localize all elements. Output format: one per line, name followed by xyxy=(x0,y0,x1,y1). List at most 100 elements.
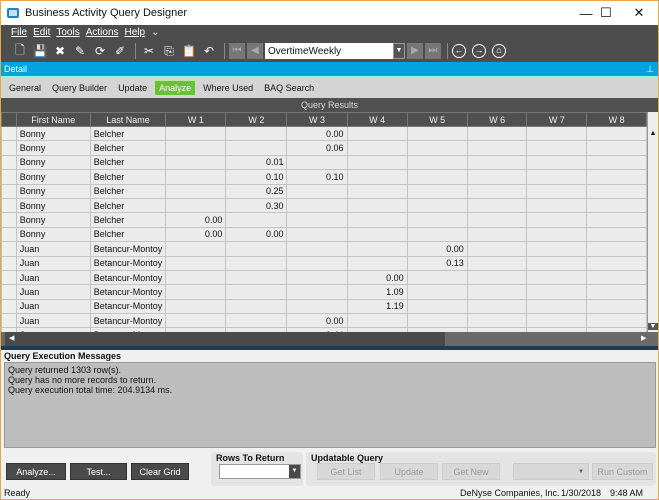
table-cell[interactable] xyxy=(406,212,468,228)
table-cell[interactable] xyxy=(406,125,468,142)
table-cell[interactable] xyxy=(586,255,647,271)
table-cell[interactable]: 0.10 xyxy=(286,169,348,185)
table-cell[interactable]: Juan xyxy=(15,284,91,300)
table-cell[interactable]: 0.00 xyxy=(165,212,227,228)
menu-actions[interactable]: Actions xyxy=(86,27,119,38)
table-cell[interactable] xyxy=(526,183,588,199)
table-cell[interactable] xyxy=(586,226,647,243)
table-cell[interactable] xyxy=(526,269,588,286)
table-cell[interactable] xyxy=(586,269,647,286)
table-cell[interactable] xyxy=(165,241,227,257)
table-cell[interactable] xyxy=(526,125,588,142)
row-selector[interactable] xyxy=(1,169,17,185)
table-cell[interactable]: Belcher xyxy=(89,197,167,214)
cut-icon[interactable]: ✂ xyxy=(140,44,158,58)
undo-icon[interactable]: ↶ xyxy=(200,44,218,58)
run-custom-button[interactable]: Run Custom xyxy=(592,463,653,480)
table-cell[interactable]: 1.19 xyxy=(346,298,408,315)
table-cell[interactable] xyxy=(286,284,348,300)
table-row[interactable]: Bonny Belcher 0.00 xyxy=(1,125,647,142)
table-cell[interactable] xyxy=(466,284,528,300)
table-cell[interactable]: 0.00 xyxy=(225,226,288,243)
table-cell[interactable] xyxy=(286,269,348,286)
table-cell[interactable] xyxy=(406,169,468,185)
table-cell[interactable] xyxy=(165,255,227,271)
table-cell[interactable] xyxy=(225,298,288,315)
table-cell[interactable]: 0.25 xyxy=(225,183,288,199)
table-cell[interactable] xyxy=(466,197,528,214)
copy-icon[interactable]: ⎘ xyxy=(160,44,178,59)
table-cell[interactable] xyxy=(346,140,408,156)
table-row[interactable]: Bonny Belcher 0.25 xyxy=(1,183,647,199)
table-cell[interactable] xyxy=(466,269,528,286)
rows-to-return-input[interactable]: ▼ xyxy=(219,464,301,479)
row-selector[interactable] xyxy=(1,269,17,286)
table-cell[interactable] xyxy=(346,169,408,185)
menu-edit[interactable]: Edit xyxy=(33,27,50,38)
table-cell[interactable]: 0.00 xyxy=(286,125,348,142)
analyze-button[interactable]: Analyze... xyxy=(6,463,66,480)
query-results-grid[interactable]: First Name Last Name W 1W 2W 3W 4W 5W 6W 7… xyxy=(1,112,647,332)
horizontal-scrollbar[interactable]: ◀ ▶ xyxy=(1,332,658,346)
delete-icon[interactable]: ✖ xyxy=(51,44,69,58)
table-cell[interactable] xyxy=(225,125,288,142)
table-cell[interactable] xyxy=(346,241,408,257)
first-record-icon[interactable]: ⏮ xyxy=(229,43,245,59)
table-row[interactable]: Juan Betancur-Montoy 0.00 xyxy=(1,269,647,286)
table-cell[interactable]: Bonny xyxy=(15,125,91,142)
column-header[interactable]: W 2 xyxy=(225,112,288,127)
table-cell[interactable]: Bonny xyxy=(15,169,91,185)
table-cell[interactable]: Bonny xyxy=(15,140,91,156)
table-cell[interactable] xyxy=(526,313,588,329)
chevron-down-icon[interactable]: ▼ xyxy=(289,465,300,478)
scroll-thumb[interactable] xyxy=(5,332,445,346)
table-cell[interactable]: Bonny xyxy=(15,154,91,171)
column-header[interactable]: W 6 xyxy=(466,112,528,127)
table-cell[interactable] xyxy=(466,212,528,228)
table-cell[interactable] xyxy=(526,197,588,214)
table-cell[interactable] xyxy=(346,125,408,142)
table-cell[interactable] xyxy=(466,169,528,185)
back-icon[interactable]: ← xyxy=(452,44,466,58)
table-cell[interactable]: 0.13 xyxy=(406,255,468,271)
table-cell[interactable] xyxy=(466,255,528,271)
table-cell[interactable] xyxy=(586,241,647,257)
scroll-left-icon[interactable]: ◀ xyxy=(9,334,14,342)
get-new-button[interactable]: Get New xyxy=(442,463,500,480)
table-cell[interactable] xyxy=(586,212,647,228)
table-cell[interactable] xyxy=(586,154,647,171)
menu-help[interactable]: Help xyxy=(125,27,146,38)
table-cell[interactable] xyxy=(346,226,408,243)
column-header[interactable]: W 7 xyxy=(526,112,588,127)
scroll-up-icon[interactable]: ▲ xyxy=(648,130,658,137)
table-cell[interactable] xyxy=(165,269,227,286)
next-record-icon[interactable]: ▶ xyxy=(407,43,423,59)
table-cell[interactable]: Juan xyxy=(15,269,91,286)
scroll-down-icon[interactable]: ▼ xyxy=(648,323,658,330)
table-cell[interactable]: Juan xyxy=(15,298,91,315)
chevron-down-icon[interactable]: ▼ xyxy=(393,43,405,59)
table-cell[interactable]: 0.01 xyxy=(225,154,288,171)
table-cell[interactable] xyxy=(466,183,528,199)
refresh-icon[interactable]: ⟳ xyxy=(91,44,109,58)
table-cell[interactable]: Bonny xyxy=(15,226,91,243)
table-cell[interactable] xyxy=(165,284,227,300)
last-record-icon[interactable]: ⏭ xyxy=(425,43,441,59)
attach-icon[interactable]: ✎ xyxy=(71,44,89,58)
table-cell[interactable] xyxy=(406,183,468,199)
table-cell[interactable] xyxy=(406,197,468,214)
save-icon[interactable]: 💾 xyxy=(31,44,49,58)
table-cell[interactable] xyxy=(586,197,647,214)
table-cell[interactable] xyxy=(346,154,408,171)
table-cell[interactable] xyxy=(586,169,647,185)
row-selector[interactable] xyxy=(1,183,17,199)
table-row[interactable]: Juan Betancur-Montoy 1.19 xyxy=(1,298,647,315)
clear-icon[interactable]: ✐ xyxy=(111,44,129,58)
table-cell[interactable] xyxy=(466,313,528,329)
table-cell[interactable] xyxy=(286,226,348,243)
test-button[interactable]: Test... xyxy=(70,463,127,480)
scroll-right-icon[interactable]: ▶ xyxy=(641,334,646,342)
new-icon[interactable]: 🗋 xyxy=(11,41,29,62)
table-cell[interactable] xyxy=(286,298,348,315)
table-cell[interactable] xyxy=(526,255,588,271)
